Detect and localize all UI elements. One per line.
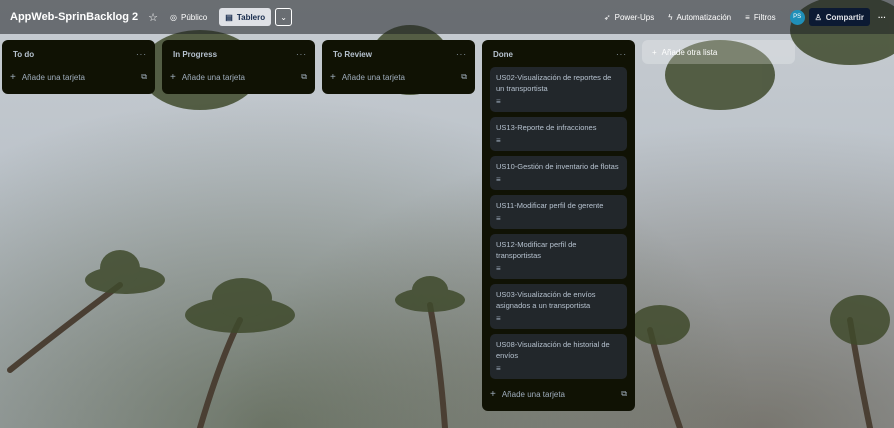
- share-label: Compartir: [825, 12, 864, 22]
- list-header: To Review ···: [330, 46, 467, 62]
- share-button[interactable]: ♙ Compartir: [808, 8, 870, 26]
- bolt-icon: ϟ: [668, 12, 673, 22]
- add-card-label: Añade una tarjeta: [501, 389, 566, 399]
- list-menu-button[interactable]: ···: [296, 50, 307, 59]
- add-card-button[interactable]: + Añade una tarjeta ⧉: [170, 66, 307, 88]
- add-card-label: Añade una tarjeta: [181, 72, 246, 82]
- card[interactable]: US08-Visualización de historial de envío…: [490, 334, 627, 379]
- add-card-button[interactable]: + Añade una tarjeta ⧉: [330, 66, 467, 88]
- list-header: Done ···: [490, 46, 627, 62]
- filter-icon: ≡: [745, 12, 750, 22]
- rocket-icon: ➶: [603, 12, 611, 22]
- plus-icon: +: [10, 71, 16, 83]
- board-view-label: Tablero: [236, 12, 266, 22]
- list-in-progress: In Progress ··· + Añade una tarjeta ⧉: [162, 40, 315, 94]
- star-icon[interactable]: ☆: [148, 11, 158, 24]
- description-icon: ≡: [496, 214, 501, 223]
- add-list-label: Añade otra lista: [661, 47, 718, 57]
- template-icon[interactable]: ⧉: [461, 72, 467, 82]
- power-ups-button[interactable]: ➶ Power-Ups: [604, 13, 654, 22]
- description-icon: ≡: [496, 364, 501, 373]
- chevron-down-icon[interactable]: ⌄: [275, 8, 293, 26]
- add-card-label: Añade una tarjeta: [21, 72, 86, 82]
- card-title: US11-Modificar perfil de gerente: [496, 201, 604, 210]
- list-header: In Progress ···: [170, 46, 307, 62]
- card-title: US08-Visualización de historial de envío…: [496, 340, 610, 360]
- card[interactable]: US12-Modificar perfil de transportistas …: [490, 234, 627, 279]
- card[interactable]: US02-Visualización de reportes de un tra…: [490, 67, 627, 112]
- description-icon: ≡: [496, 136, 501, 145]
- board-view-button[interactable]: ▤ Tablero: [219, 8, 272, 26]
- board-header: AppWeb-SprinBacklog 2 ☆ ◎ Público ▤ Tabl…: [0, 0, 894, 34]
- template-icon[interactable]: ⧉: [621, 389, 627, 399]
- card-title: US10-Gestión de inventario de flotas: [496, 162, 619, 171]
- list-title[interactable]: To do: [13, 50, 34, 59]
- card-title: US12-Modificar perfil de transportistas: [496, 240, 577, 260]
- template-icon[interactable]: ⧉: [141, 72, 147, 82]
- globe-icon: ◎: [170, 12, 178, 22]
- list-header: To do ···: [10, 46, 147, 62]
- automation-label: Automatización: [676, 12, 732, 22]
- filters-label: Filtros: [753, 12, 776, 22]
- description-icon: ≡: [496, 264, 501, 273]
- list-menu-button[interactable]: ···: [136, 50, 147, 59]
- card[interactable]: US13-Reporte de infracciones ≡: [490, 117, 627, 151]
- card[interactable]: US11-Modificar perfil de gerente ≡: [490, 195, 627, 229]
- avatar[interactable]: PS: [789, 9, 805, 25]
- list-menu-button[interactable]: ···: [456, 50, 467, 59]
- visibility-button[interactable]: ◎ Público: [170, 13, 207, 22]
- list-to-review: To Review ··· + Añade una tarjeta ⧉: [322, 40, 475, 94]
- template-icon[interactable]: ⧉: [301, 72, 307, 82]
- filters-button[interactable]: ≡ Filtros: [745, 13, 775, 22]
- add-card-button[interactable]: + Añade una tarjeta ⧉: [490, 383, 627, 405]
- board-lists: To do ··· + Añade una tarjeta ⧉ In Progr…: [2, 40, 795, 411]
- card-title: US02-Visualización de reportes de un tra…: [496, 73, 612, 93]
- plus-icon: +: [170, 71, 176, 83]
- add-list-button[interactable]: + Añade otra lista: [642, 40, 795, 64]
- list-title[interactable]: To Review: [333, 50, 372, 59]
- user-icon: ♙: [814, 12, 822, 22]
- plus-icon: +: [330, 71, 336, 83]
- list-menu-button[interactable]: ···: [616, 50, 627, 59]
- plus-icon: +: [490, 388, 496, 400]
- card[interactable]: US10-Gestión de inventario de flotas ≡: [490, 156, 627, 190]
- add-card-button[interactable]: + Añade una tarjeta ⧉: [10, 66, 147, 88]
- card-title: US03-Visualización de envíos asignados a…: [496, 290, 596, 310]
- description-icon: ≡: [496, 314, 501, 323]
- description-icon: ≡: [496, 175, 501, 184]
- card[interactable]: US03-Visualización de envíos asignados a…: [490, 284, 627, 329]
- plus-icon: +: [652, 47, 657, 57]
- add-card-label: Añade una tarjeta: [341, 72, 406, 82]
- card-title: US13-Reporte de infracciones: [496, 123, 597, 132]
- visibility-label: Público: [181, 12, 208, 22]
- power-ups-label: Power-Ups: [614, 12, 655, 22]
- list-todo: To do ··· + Añade una tarjeta ⧉: [2, 40, 155, 94]
- automation-button[interactable]: ϟ Automatización: [668, 13, 731, 22]
- list-done: Done ··· US02-Visualización de reportes …: [482, 40, 635, 411]
- description-icon: ≡: [496, 97, 501, 106]
- list-title[interactable]: In Progress: [173, 50, 217, 59]
- list-title[interactable]: Done: [493, 50, 513, 59]
- board-menu-button[interactable]: ···: [878, 13, 886, 22]
- board-icon: ▤: [225, 12, 233, 22]
- board-title[interactable]: AppWeb-SprinBacklog 2: [10, 11, 138, 23]
